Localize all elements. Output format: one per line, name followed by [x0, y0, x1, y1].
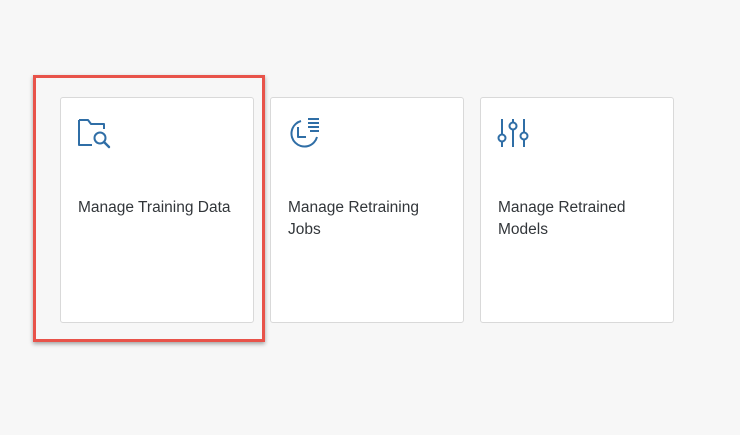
highlight-frame — [33, 75, 265, 342]
job-timeline-icon — [287, 117, 323, 149]
sliders-icon — [497, 117, 533, 149]
tile-title: Manage Retrained Models — [498, 199, 626, 238]
tile-title: Manage Retraining Jobs — [288, 199, 419, 238]
tile-manage-retraining-jobs[interactable]: Manage Retraining Jobs — [270, 97, 464, 323]
tile-manage-retrained-models[interactable]: Manage Retrained Models — [480, 97, 674, 323]
